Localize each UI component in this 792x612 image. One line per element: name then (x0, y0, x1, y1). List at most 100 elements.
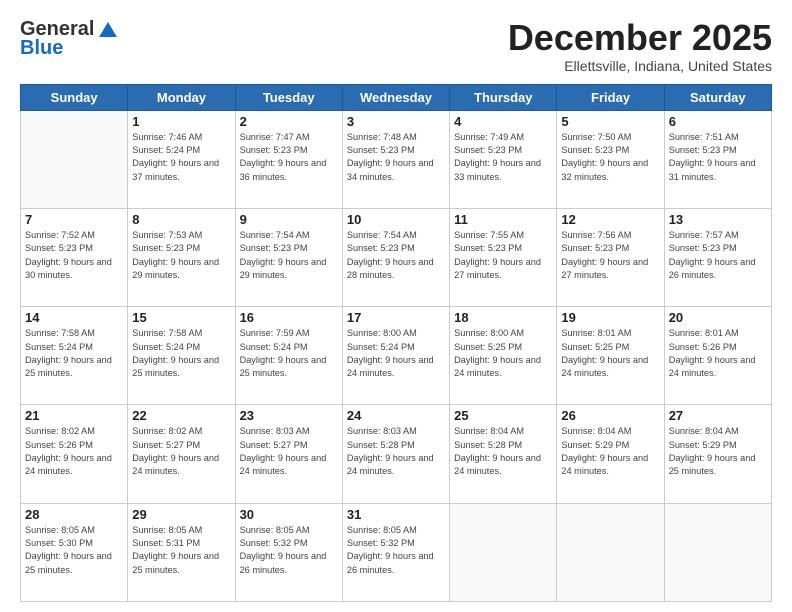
day-number: 10 (347, 212, 445, 227)
day-info: Sunrise: 7:46 AM Sunset: 5:24 PM Dayligh… (132, 131, 230, 184)
page: General Blue December 2025 Ellettsville,… (0, 0, 792, 612)
day-number: 28 (25, 507, 123, 522)
logo-icon (97, 19, 119, 41)
day-info: Sunrise: 7:53 AM Sunset: 5:23 PM Dayligh… (132, 229, 230, 282)
day-info: Sunrise: 7:58 AM Sunset: 5:24 PM Dayligh… (132, 327, 230, 380)
day-info: Sunrise: 8:03 AM Sunset: 5:27 PM Dayligh… (240, 425, 338, 478)
table-row: 18Sunrise: 8:00 AM Sunset: 5:25 PM Dayli… (450, 307, 557, 405)
col-sunday: Sunday (21, 84, 128, 110)
table-row: 15 Sunrise: 7:58 AM Sunset: 5:24 PM Dayli… (128, 307, 235, 405)
month-title: December 2025 (508, 18, 772, 58)
day-number: 31 (347, 507, 445, 522)
day-number: 16 (240, 310, 338, 325)
table-row: 22 Sunrise: 8:02 AM Sunset: 5:27 PM Dayli… (128, 405, 235, 503)
day-info: Sunrise: 8:05 AM Sunset: 5:30 PM Dayligh… (25, 524, 123, 577)
table-row: 23 Sunrise: 8:03 AM Sunset: 5:27 PM Dayli… (235, 405, 342, 503)
day-info: Sunrise: 7:55 AM Sunset: 5:23 PM Dayligh… (454, 229, 552, 282)
day-number: 26 (561, 408, 659, 423)
day-info: Sunrise: 8:04 AM Sunset: 5:28 PM Dayligh… (454, 425, 552, 478)
table-row: 11 Sunrise: 7:55 AM Sunset: 5:23 PM Dayli… (450, 208, 557, 306)
day-number: 19 (561, 310, 659, 325)
table-row: 3 Sunrise: 7:48 AM Sunset: 5:23 PM Daylig… (342, 110, 449, 208)
table-row: 16 Sunrise: 7:59 AM Sunset: 5:24 PM Dayli… (235, 307, 342, 405)
header: General Blue December 2025 Ellettsville,… (20, 18, 772, 74)
table-row: 14Sunrise: 7:58 AM Sunset: 5:24 PM Dayli… (21, 307, 128, 405)
day-info: Sunrise: 7:54 AM Sunset: 5:23 PM Dayligh… (240, 229, 338, 282)
day-number: 20 (669, 310, 767, 325)
calendar-week-row: 21Sunrise: 8:02 AM Sunset: 5:26 PM Dayli… (21, 405, 772, 503)
day-info: Sunrise: 8:02 AM Sunset: 5:26 PM Dayligh… (25, 425, 123, 478)
day-number: 15 (132, 310, 230, 325)
table-row: 17Sunrise: 8:00 AM Sunset: 5:24 PM Dayli… (342, 307, 449, 405)
col-saturday: Saturday (664, 84, 771, 110)
day-number: 22 (132, 408, 230, 423)
day-number: 9 (240, 212, 338, 227)
day-number: 3 (347, 114, 445, 129)
table-row: 4 Sunrise: 7:49 AM Sunset: 5:23 PM Daylig… (450, 110, 557, 208)
day-number: 13 (669, 212, 767, 227)
day-number: 29 (132, 507, 230, 522)
table-row: 2 Sunrise: 7:47 AM Sunset: 5:23 PM Daylig… (235, 110, 342, 208)
col-wednesday: Wednesday (342, 84, 449, 110)
table-row: 7Sunrise: 7:52 AM Sunset: 5:23 PM Daylig… (21, 208, 128, 306)
location: Ellettsville, Indiana, United States (508, 58, 772, 74)
calendar-week-row: 7Sunrise: 7:52 AM Sunset: 5:23 PM Daylig… (21, 208, 772, 306)
table-row (557, 503, 664, 601)
table-row: 1 Sunrise: 7:46 AM Sunset: 5:24 PM Daylig… (128, 110, 235, 208)
table-row: 26 Sunrise: 8:04 AM Sunset: 5:29 PM Dayli… (557, 405, 664, 503)
day-number: 1 (132, 114, 230, 129)
day-info: Sunrise: 8:04 AM Sunset: 5:29 PM Dayligh… (669, 425, 767, 478)
day-number: 17 (347, 310, 445, 325)
day-info: Sunrise: 7:51 AM Sunset: 5:23 PM Dayligh… (669, 131, 767, 184)
day-number: 23 (240, 408, 338, 423)
day-info: Sunrise: 7:49 AM Sunset: 5:23 PM Dayligh… (454, 131, 552, 184)
title-area: December 2025 Ellettsville, Indiana, Uni… (508, 18, 772, 74)
day-info: Sunrise: 7:47 AM Sunset: 5:23 PM Dayligh… (240, 131, 338, 184)
calendar-week-row: 14 Sunrise: 7:58 AM Sunset: 5:24 PM Dayli… (21, 307, 772, 405)
table-row: 25 Sunrise: 8:04 AM Sunset: 5:28 PM Dayli… (450, 405, 557, 503)
table-row: 12 Sunrise: 7:56 AM Sunset: 5:23 PM Dayli… (557, 208, 664, 306)
table-row (21, 110, 128, 208)
table-row: 20Sunrise: 8:01 AM Sunset: 5:26 PM Dayli… (664, 307, 771, 405)
calendar-header-row: Sunday Monday Tuesday Wednesday Thursday… (21, 84, 772, 110)
col-thursday: Thursday (450, 84, 557, 110)
day-info: Sunrise: 8:02 AM Sunset: 5:27 PM Dayligh… (132, 425, 230, 478)
table-row: 30 Sunrise: 8:05 AM Sunset: 5:32 PM Dayli… (235, 503, 342, 601)
day-number: 30 (240, 507, 338, 522)
logo: General Blue (20, 18, 119, 60)
col-monday: Monday (128, 84, 235, 110)
day-number: 27 (669, 408, 767, 423)
day-number: 7 (25, 212, 123, 227)
day-number: 12 (561, 212, 659, 227)
day-info: Sunrise: 8:05 AM Sunset: 5:32 PM Dayligh… (347, 524, 445, 577)
table-row: 8Sunrise: 7:53 AM Sunset: 5:23 PM Daylig… (128, 208, 235, 306)
day-info: Sunrise: 8:04 AM Sunset: 5:29 PM Dayligh… (561, 425, 659, 478)
day-info: Sunrise: 7:48 AM Sunset: 5:23 PM Dayligh… (347, 131, 445, 184)
table-row: 10Sunrise: 7:54 AM Sunset: 5:23 PM Dayli… (342, 208, 449, 306)
day-info: Sunrise: 7:57 AM Sunset: 5:23 PM Dayligh… (669, 229, 767, 282)
logo-blue: Blue (20, 37, 63, 60)
calendar-table: Sunday Monday Tuesday Wednesday Thursday… (20, 84, 772, 602)
table-row (450, 503, 557, 601)
table-row: 29Sunrise: 8:05 AM Sunset: 5:31 PM Dayli… (128, 503, 235, 601)
table-row (664, 503, 771, 601)
calendar-week-row: 28 Sunrise: 8:05 AM Sunset: 5:30 PM Dayli… (21, 503, 772, 601)
day-number: 4 (454, 114, 552, 129)
col-tuesday: Tuesday (235, 84, 342, 110)
day-number: 25 (454, 408, 552, 423)
day-number: 14 (25, 310, 123, 325)
table-row: 27 Sunrise: 8:04 AM Sunset: 5:29 PM Dayli… (664, 405, 771, 503)
day-info: Sunrise: 8:03 AM Sunset: 5:28 PM Dayligh… (347, 425, 445, 478)
col-friday: Friday (557, 84, 664, 110)
day-number: 18 (454, 310, 552, 325)
table-row: 9 Sunrise: 7:54 AM Sunset: 5:23 PM Daylig… (235, 208, 342, 306)
day-info: Sunrise: 7:59 AM Sunset: 5:24 PM Dayligh… (240, 327, 338, 380)
day-info: Sunrise: 8:01 AM Sunset: 5:25 PM Dayligh… (561, 327, 659, 380)
day-info: Sunrise: 8:05 AM Sunset: 5:32 PM Dayligh… (240, 524, 338, 577)
calendar-week-row: 1 Sunrise: 7:46 AM Sunset: 5:24 PM Daylig… (21, 110, 772, 208)
day-info: Sunrise: 7:56 AM Sunset: 5:23 PM Dayligh… (561, 229, 659, 282)
table-row: 6Sunrise: 7:51 AM Sunset: 5:23 PM Daylig… (664, 110, 771, 208)
table-row: 21Sunrise: 8:02 AM Sunset: 5:26 PM Dayli… (21, 405, 128, 503)
day-number: 2 (240, 114, 338, 129)
day-number: 11 (454, 212, 552, 227)
